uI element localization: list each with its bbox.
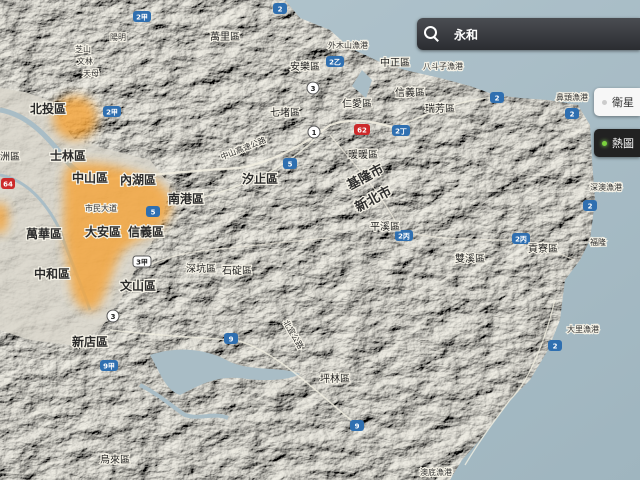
route-shield: 2甲 — [103, 106, 121, 117]
svg-text:9: 9 — [355, 423, 360, 431]
label-xindian: 新店區 — [72, 334, 108, 349]
label-anle: 安樂區 — [290, 60, 320, 73]
label-pinglin: 坪林區 — [320, 372, 350, 385]
label-bitou: 鼻頭漁港 — [556, 92, 588, 102]
label-badouzi: 八斗子漁港 — [423, 61, 463, 71]
route-shield: 2丁 — [392, 125, 410, 136]
route-shield: 5 — [146, 206, 160, 217]
label-wanli: 萬里區 — [210, 30, 240, 43]
label-shenkeng: 深坑區 — [186, 262, 216, 275]
svg-text:5: 5 — [288, 161, 293, 169]
label-zhonghe: 中和區 — [34, 266, 70, 281]
label-xiaowanli: 外木山漁港 — [328, 40, 368, 50]
svg-text:2丙: 2丙 — [515, 236, 527, 244]
label-yangming: 陽明 — [110, 33, 126, 42]
svg-text:2: 2 — [570, 111, 575, 119]
label-wanhua: 萬華區 — [26, 226, 62, 241]
active-dot-icon — [602, 140, 607, 146]
label-xinyi-keelung: 信義區 — [395, 86, 425, 99]
svg-text:2甲: 2甲 — [106, 109, 118, 117]
label-shuangxi: 雙溪區 — [455, 252, 485, 265]
svg-text:2: 2 — [553, 343, 558, 351]
label-pingxi: 平溪區 — [370, 221, 400, 233]
label-zhishan: 芝山 — [75, 44, 91, 54]
label-qidu: 七堵區 — [270, 106, 300, 119]
label-xizhi: 汐止區 — [242, 171, 278, 186]
route-shield: 2 — [548, 340, 562, 351]
route-shield: 2 — [273, 3, 287, 14]
label-daan: 大安區 — [85, 224, 121, 239]
label-road: 市民大道 — [85, 203, 117, 213]
label-tingbuyuan: 澳底漁港 — [420, 467, 452, 477]
svg-text:3甲: 3甲 — [136, 259, 148, 267]
route-shield: 2 — [583, 200, 597, 211]
label-fulong: 福隆 — [590, 237, 606, 247]
svg-text:62: 62 — [357, 127, 367, 135]
route-shield: 2 — [490, 92, 504, 103]
svg-text:2丁: 2丁 — [395, 128, 407, 136]
label-zhongshan: 中山區 — [72, 170, 108, 185]
label-renai: 仁愛區 — [342, 97, 372, 110]
svg-text:5: 5 — [151, 209, 156, 217]
label-nangang: 南港區 — [168, 191, 204, 206]
map-canvas[interactable]: 2 2 2甲 2甲 2乙 62 2丁 5 1 3 3 3甲 9 9 9甲 2丙 … — [0, 0, 640, 480]
label-wenshan: 文山區 — [120, 278, 156, 293]
svg-text:3: 3 — [111, 313, 116, 321]
route-shield: 3 — [106, 309, 120, 323]
route-shield: 9甲 — [100, 360, 118, 371]
label-yingdong: 大里漁港 — [567, 324, 599, 334]
svg-text:3: 3 — [311, 85, 316, 93]
svg-text:9: 9 — [229, 336, 234, 344]
label-shiding: 石碇區 — [222, 264, 252, 277]
heatmap-layer-button[interactable]: 熱圖 — [594, 129, 640, 157]
route-shield: 1 — [307, 125, 321, 139]
radio-dot-icon — [602, 99, 607, 105]
label-shenao: 深澳漁港 — [590, 182, 622, 192]
search-icon[interactable] — [424, 26, 440, 42]
label-gongliao: 貢寮區 — [528, 242, 558, 255]
route-shield: 9 — [350, 420, 364, 431]
label-wenlin: 文林 — [77, 56, 93, 66]
label-beitou: 北投區 — [30, 101, 66, 116]
route-shield: 2乙 — [326, 56, 344, 67]
route-shield: 2 — [565, 108, 579, 119]
svg-text:2: 2 — [588, 203, 593, 211]
search-input[interactable] — [452, 26, 616, 42]
route-shield: 2甲 — [133, 11, 151, 22]
label-nuannuan: 暖暖區 — [348, 148, 378, 161]
label-ruifang: 瑞芳區 — [425, 102, 455, 115]
route-shield: 62 — [354, 124, 370, 135]
satellite-label: 衛星 — [612, 96, 634, 109]
label-zhongzheng: 中正區 — [380, 56, 410, 69]
label-wulai: 烏來區 — [100, 453, 130, 466]
search-bar[interactable] — [417, 18, 640, 50]
svg-text:2: 2 — [278, 6, 283, 14]
label-shilin: 士林區 — [50, 148, 86, 163]
label-neihu: 內湖區 — [120, 172, 156, 187]
route-shield: 2丙 — [512, 233, 530, 244]
heatmap-label: 熱圖 — [612, 137, 634, 150]
svg-text:2: 2 — [495, 95, 500, 103]
label-tianmu: 天母 — [83, 69, 99, 78]
svg-text:64: 64 — [3, 181, 13, 189]
svg-text:2甲: 2甲 — [136, 14, 148, 22]
route-shield: 5 — [283, 158, 297, 169]
label-zhou: 洲區 — [0, 151, 20, 163]
svg-text:9甲: 9甲 — [103, 363, 115, 371]
satellite-layer-button[interactable]: 衛星 — [594, 88, 640, 116]
svg-text:1: 1 — [312, 129, 317, 137]
route-shield: 64 — [1, 178, 15, 189]
route-shield: 9 — [224, 333, 238, 344]
route-shield: 3 — [306, 81, 320, 95]
svg-text:2丙: 2丙 — [398, 233, 410, 241]
label-xinyi: 信義區 — [128, 224, 164, 239]
svg-text:2乙: 2乙 — [329, 59, 341, 67]
route-shield: 3甲 — [132, 255, 152, 268]
